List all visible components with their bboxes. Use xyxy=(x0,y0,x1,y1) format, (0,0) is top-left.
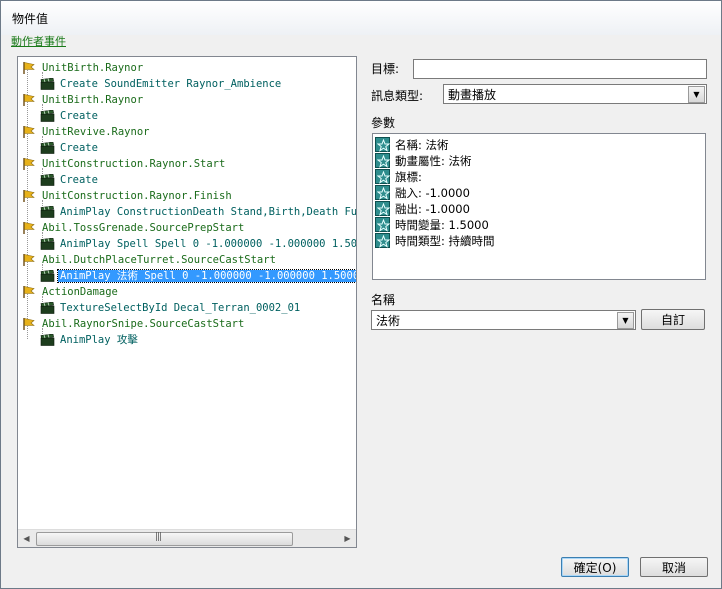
param-text: 動畫屬性: 法術 xyxy=(395,154,472,168)
tree-action-node[interactable]: TextureSelectById Decal_Terran_0002_01 xyxy=(40,300,302,316)
tree-node-label: TextureSelectById Decal_Terran_0002_01 xyxy=(60,302,301,314)
actor-events-link[interactable]: 動作者事件 xyxy=(11,33,66,49)
target-input[interactable] xyxy=(413,59,707,79)
tree-action-node[interactable]: Create SoundEmitter Raynor_Ambience xyxy=(40,76,283,92)
clapperboard-icon xyxy=(40,334,55,346)
tree-node-label: AnimPlay ConstructionDeath Stand,Birth,D… xyxy=(60,206,356,218)
message-type-select[interactable]: 動畫播放 ▼ xyxy=(443,84,707,104)
dropdown-arrow-icon[interactable]: ▼ xyxy=(688,86,705,103)
tree-action-node[interactable]: AnimPlay Spell Spell 0 -1.000000 -1.0000… xyxy=(40,236,356,252)
flag-icon xyxy=(23,190,35,202)
clapperboard-icon xyxy=(40,142,55,154)
tree-event-node[interactable]: Abil.DutchPlaceTurret.SourceCastStart xyxy=(23,252,278,268)
clapperboard-icon xyxy=(40,110,55,122)
tree-node-label: ActionDamage xyxy=(42,286,118,298)
dialog-window: 物件值 動作者事件 UnitBirth.Raynor Create SoundEm… xyxy=(0,0,722,589)
name-select[interactable]: 法術 ▼ xyxy=(371,310,636,330)
cancel-button[interactable]: 取消 xyxy=(640,557,708,577)
message-type-value: 動畫播放 xyxy=(448,88,497,102)
clapperboard-icon xyxy=(40,302,55,314)
tree-event-node[interactable]: Abil.TossGrenade.SourcePrepStart xyxy=(23,220,246,236)
tree-node-label: Create xyxy=(60,142,98,154)
tree-action-node[interactable]: Create xyxy=(40,108,100,124)
scroll-left-arrow-icon[interactable]: ◀ xyxy=(18,530,35,547)
clapperboard-icon xyxy=(40,78,55,90)
clapperboard-icon xyxy=(40,270,55,282)
tree-action-node[interactable]: Create xyxy=(40,172,100,188)
scroll-right-arrow-icon[interactable]: ▶ xyxy=(339,530,356,547)
flag-icon xyxy=(23,62,35,74)
params-label: 參數 xyxy=(371,116,396,130)
clapperboard-icon xyxy=(40,174,55,186)
param-icon xyxy=(375,201,390,216)
tree-event-node[interactable]: UnitRevive.Raynor xyxy=(23,124,151,140)
flag-icon xyxy=(23,318,35,330)
event-tree[interactable]: UnitBirth.Raynor Create SoundEmitter Rayn… xyxy=(18,57,356,527)
tree-node-label: UnitRevive.Raynor xyxy=(42,126,150,138)
flag-icon xyxy=(23,254,35,266)
flag-icon xyxy=(23,222,35,234)
param-icon xyxy=(375,153,390,168)
param-text: 名稱: 法術 xyxy=(395,138,449,152)
tree-action-node[interactable]: AnimPlay 攻擊 xyxy=(40,332,140,348)
param-text: 融入: -1.0000 xyxy=(395,186,470,200)
tree-action-node[interactable]: AnimPlay 法術 Spell 0 -1.000000 -1.000000 … xyxy=(40,268,356,284)
param-icon xyxy=(375,137,390,152)
tree-node-label: Create xyxy=(60,110,98,122)
tree-node-label: Abil.RaynorSnipe.SourceCastStart xyxy=(42,318,245,330)
flag-icon xyxy=(23,126,35,138)
param-text: 融出: -1.0000 xyxy=(395,202,470,216)
custom-button[interactable]: 自訂 xyxy=(641,309,705,330)
tree-action-node[interactable]: Create xyxy=(40,140,100,156)
tree-node-label: AnimPlay 攻擊 xyxy=(60,334,138,346)
tree-event-node[interactable]: Abil.RaynorSnipe.SourceCastStart xyxy=(23,316,246,332)
tree-node-label: Abil.TossGrenade.SourcePrepStart xyxy=(42,222,245,234)
flag-icon xyxy=(23,158,35,170)
tree-event-node[interactable]: UnitConstruction.Raynor.Finish xyxy=(23,188,234,204)
message-type-label: 訊息類型: xyxy=(371,89,424,103)
clapperboard-icon xyxy=(40,206,55,218)
clapperboard-icon xyxy=(40,238,55,250)
param-icon xyxy=(375,169,390,184)
tree-event-node[interactable]: UnitConstruction.Raynor.Start xyxy=(23,156,227,172)
tree-node-label: AnimPlay Spell Spell 0 -1.000000 -1.0000… xyxy=(60,238,356,250)
param-text: 時間變量: 1.5000 xyxy=(395,218,489,232)
horizontal-scrollbar[interactable]: ◀ ||| ▶ xyxy=(18,529,356,547)
tree-event-node[interactable]: UnitBirth.Raynor xyxy=(23,92,145,108)
tree-action-node[interactable]: AnimPlay ConstructionDeath Stand,Birth,D… xyxy=(40,204,356,220)
param-text: 旗標: xyxy=(395,170,422,184)
scroll-grip-icon: ||| xyxy=(155,532,162,542)
tree-event-node[interactable]: ActionDamage xyxy=(23,284,120,300)
tree-node-label: Create SoundEmitter Raynor_Ambience xyxy=(60,78,282,90)
params-list[interactable]: 名稱: 法術動畫屬性: 法術 旗標: 融入: -1.0000 融出: -1.0000 時… xyxy=(372,133,706,280)
name-label: 名稱 xyxy=(371,293,396,307)
tree-node-label: UnitConstruction.Raynor.Finish xyxy=(42,190,232,202)
ok-button[interactable]: 確定(O) xyxy=(561,557,629,577)
param-icon xyxy=(375,185,390,200)
name-value: 法術 xyxy=(376,314,401,328)
param-icon xyxy=(375,233,390,248)
window-title: 物件值 xyxy=(12,12,49,26)
target-label: 目標: xyxy=(371,62,400,76)
tree-node-label: UnitBirth.Raynor xyxy=(42,94,144,106)
scrollbar-thumb[interactable]: ||| xyxy=(36,532,293,546)
tree-event-node[interactable]: UnitBirth.Raynor xyxy=(23,60,145,76)
dropdown-arrow-icon[interactable]: ▼ xyxy=(617,312,634,329)
flag-icon xyxy=(23,286,35,298)
tree-node-label: Abil.DutchPlaceTurret.SourceCastStart xyxy=(42,254,276,266)
flag-icon xyxy=(23,94,35,106)
tree-node-label: AnimPlay 法術 Spell 0 -1.000000 -1.000000 … xyxy=(57,269,356,283)
tree-node-label: Create xyxy=(60,174,98,186)
param-text: 時間類型: 持續時間 xyxy=(395,234,495,248)
param-icon xyxy=(375,217,390,232)
tree-node-label: UnitConstruction.Raynor.Start xyxy=(42,158,226,170)
tree-node-label: UnitBirth.Raynor xyxy=(42,62,144,74)
event-tree-panel: UnitBirth.Raynor Create SoundEmitter Rayn… xyxy=(17,56,357,548)
title-bar: 物件值 xyxy=(1,1,721,35)
